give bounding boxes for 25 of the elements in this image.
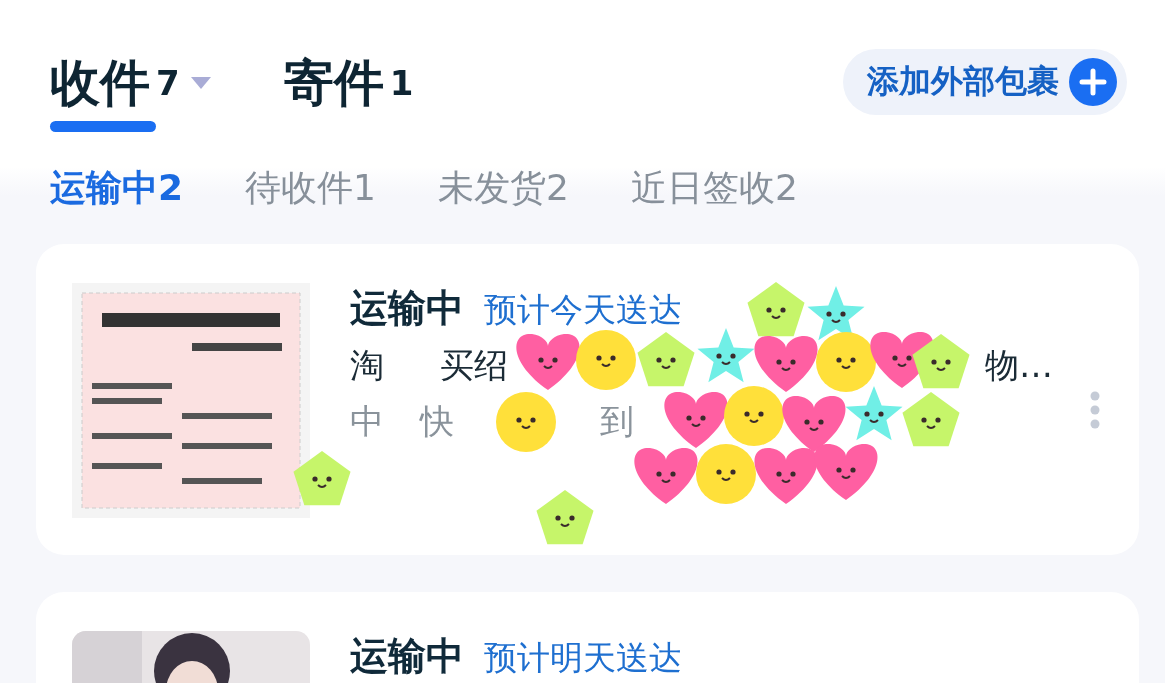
- filter-tab[interactable]: 未发货2: [437, 164, 569, 213]
- shipping-detail: 到: [600, 400, 635, 443]
- tab-label: 寄件: [283, 52, 384, 114]
- filter-tab[interactable]: 待收件1: [245, 164, 376, 213]
- tab-count: 7: [156, 63, 180, 103]
- filter-tab[interactable]: 运输中2: [50, 164, 184, 213]
- tab[interactable]: 收件 7: [50, 48, 212, 132]
- filter-tab[interactable]: 近日签收2: [630, 164, 798, 213]
- shipping-detail: 快: [420, 400, 455, 443]
- more-icon[interactable]: [1089, 390, 1101, 430]
- delivery-estimate: 预计明天送达: [484, 637, 682, 679]
- delivery-estimate: 预计今天送达: [484, 289, 682, 331]
- tab-label: 收件: [50, 52, 150, 114]
- package-card[interactable]: 运输中 预计明天送达: [36, 592, 1139, 683]
- add-package-button[interactable]: 添加外部包裹: [843, 49, 1127, 115]
- tab[interactable]: 寄件 1: [283, 48, 414, 132]
- shipping-detail: 中: [350, 400, 385, 443]
- status-label: 运输中: [350, 633, 464, 680]
- plus-icon: [1069, 58, 1117, 106]
- product-title: 买绍: [440, 344, 509, 387]
- tab-count: 1: [389, 63, 414, 103]
- caret-icon[interactable]: [189, 75, 212, 91]
- product-title: 淘: [350, 344, 385, 387]
- package-card[interactable]: 运输中 预计今天送达 淘 买绍 物… 中 快 到: [36, 244, 1139, 555]
- status-label: 运输中: [350, 285, 464, 332]
